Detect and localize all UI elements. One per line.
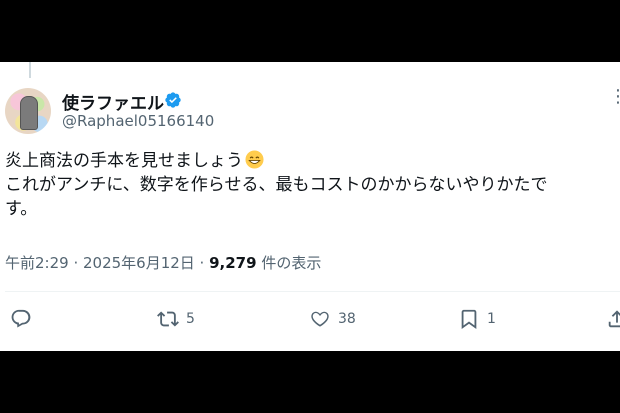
bookmark-count: 1: [487, 311, 496, 327]
tweet-text-line1: 炎上商法の手本を見せましょう: [5, 151, 243, 171]
tweet-text-line3: す。: [5, 199, 38, 219]
retweet-count: 5: [186, 311, 195, 327]
tweet-text: 炎上商法の手本を見せましょう これがアンチに、数字を作らせる、最もコストのかから…: [5, 149, 617, 221]
timestamp[interactable]: 午前2:29 · 2025年6月12日 ·: [5, 254, 209, 272]
more-icon[interactable]: ⋮: [609, 86, 620, 107]
reply-icon: [11, 309, 31, 328]
thread-line: [29, 62, 31, 78]
user-handle[interactable]: @Raphael05166140: [62, 112, 214, 130]
divider: [5, 291, 620, 292]
views-label: 件の表示: [256, 254, 322, 272]
avatar[interactable]: [5, 88, 51, 134]
bookmark-button[interactable]: 1: [458, 308, 496, 330]
tweet-text-line2: これがアンチに、数字を作らせる、最もコストのかからないやりかたで: [5, 175, 548, 195]
like-button[interactable]: 38: [309, 308, 356, 330]
avatar-figure: [20, 96, 38, 130]
share-button[interactable]: [606, 308, 620, 330]
views-count: 9,279: [209, 254, 257, 272]
tweet-card: 使ラファエル @Raphael05166140 ⋮ 炎上商法の手本を見せましょう…: [0, 62, 620, 351]
tweet-meta: 午前2:29 · 2025年6月12日 · 9,279 件の表示: [5, 252, 321, 273]
like-icon: [311, 311, 329, 327]
like-count: 38: [338, 311, 356, 327]
share-icon: [608, 310, 620, 328]
display-name[interactable]: 使ラファエル: [62, 89, 164, 114]
verified-badge-icon: [165, 92, 181, 108]
reply-button[interactable]: [10, 308, 39, 330]
bookmark-icon: [461, 309, 477, 330]
retweet-button[interactable]: 5: [157, 308, 195, 330]
grinning-face-emoji-icon: [245, 150, 264, 169]
retweet-icon: [157, 311, 179, 327]
